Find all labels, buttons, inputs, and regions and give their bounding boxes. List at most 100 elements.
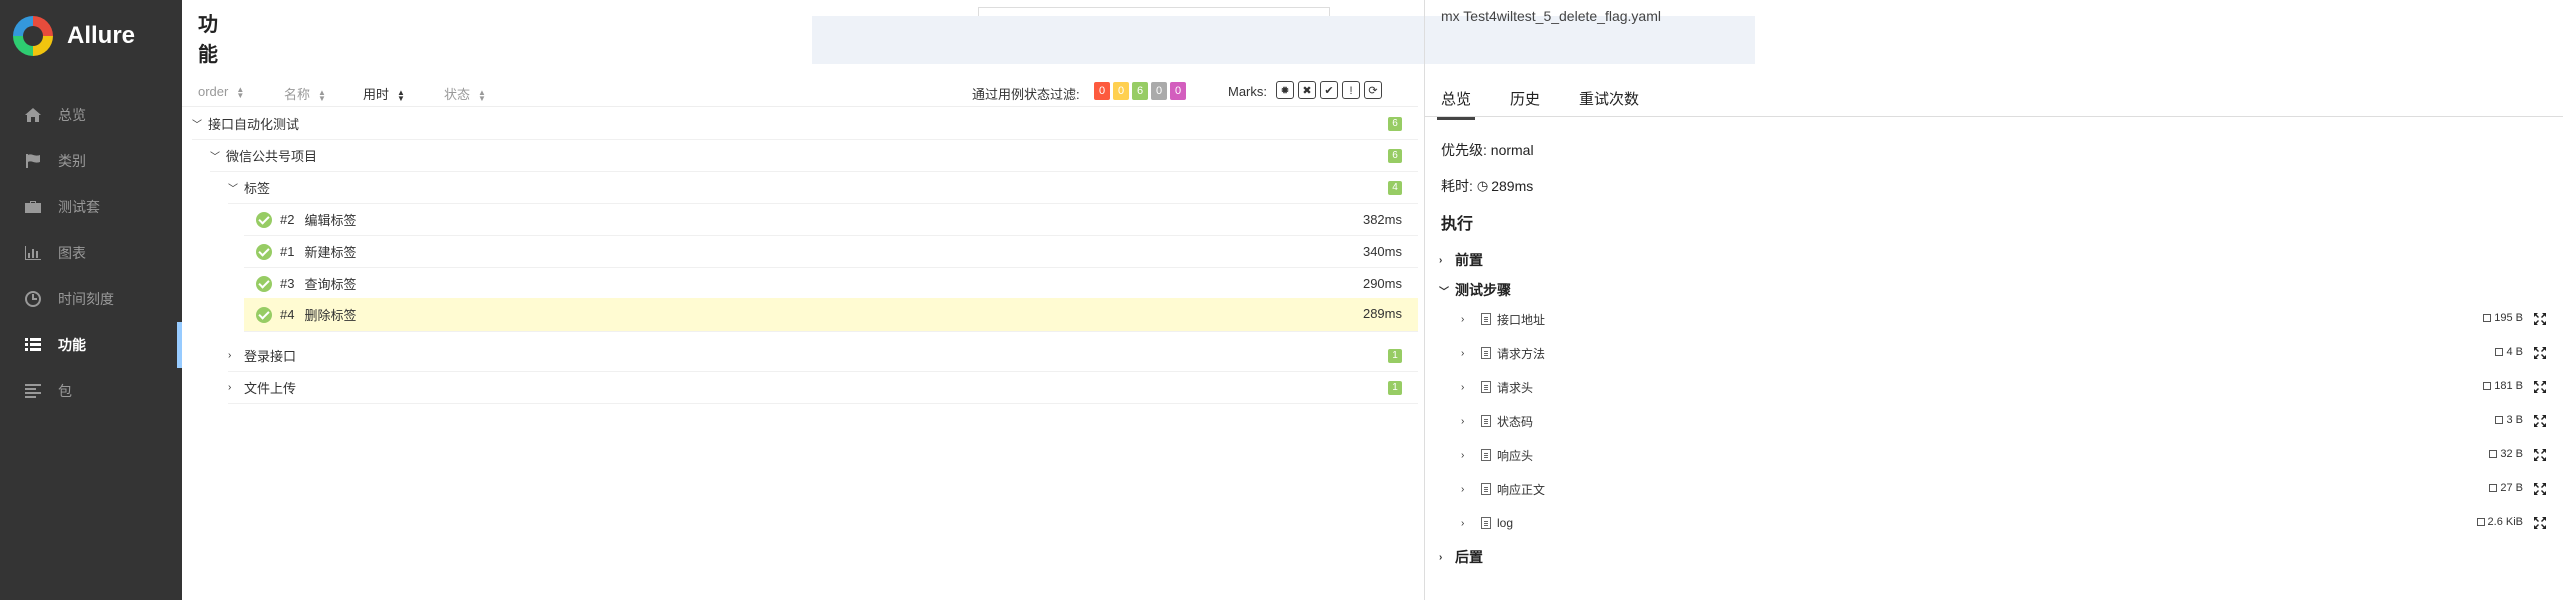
sidebar-item-overview[interactable]: 总览 [0,92,182,138]
disk-icon [2489,450,2498,458]
step-row[interactable]: › 请求头 181 B [1461,372,2551,402]
sort-bar: order ▲ ▼ 名称 ▲ ▼ 用时 ▲ ▼ 状态 ▲ ▼ 通过用例状态过滤: 0 0 6 0… [182,76,1418,107]
step-row[interactable]: › 请求方法 4 B [1461,338,2551,368]
attachment-size: 32 B [2489,448,2523,460]
test-case-number: #3 [280,276,295,291]
passed-status-icon [256,275,272,292]
attachment-size: 195 B [2483,312,2523,324]
step-name: 状态码 [1497,414,1534,429]
passed-count-badge: 1 [1388,381,1402,395]
sort-order[interactable]: order ▲ ▼ [198,84,244,99]
expand-icon[interactable] [2533,312,2547,326]
step-row[interactable]: › 状态码 3 B [1461,406,2551,436]
expand-icon[interactable] [2533,346,2547,360]
test-case-row[interactable]: #2 编辑标签 382ms [244,204,1418,236]
sort-duration[interactable]: 用时 ▲ ▼ [363,84,405,103]
align-left-icon [22,381,44,401]
setup-section[interactable]: › 前置 [1439,250,1483,270]
file-icon [1481,313,1491,325]
passed-status-icon [256,243,272,260]
disk-icon [2483,382,2492,390]
sidebar-item-behaviors[interactable]: 功能 [0,322,182,368]
status-filter-skipped[interactable]: 0 [1151,82,1167,100]
tree-node-root[interactable]: ﹀ 接口自动化测试 6 [192,108,1418,140]
sidebar-item-categories[interactable]: 类别 [0,138,182,184]
status-filter-passed[interactable]: 6 [1132,82,1148,100]
new-broken-mark-icon[interactable]: ! [1342,81,1360,99]
sidebar-item-label: 时间刻度 [58,291,114,307]
passed-status-icon [256,306,272,323]
marks-filter: ✹ ✖ ✔ ! ⟳ [1276,81,1386,99]
attachment-size: 27 B [2489,482,2523,494]
steps-section[interactable]: ﹀ 测试步骤 [1439,280,1511,300]
steps-label: 测试步骤 [1455,282,1511,298]
file-icon [1481,449,1491,461]
tree-node-login[interactable]: › 登录接口 1 [228,340,1418,372]
attachment-size: 4 B [2495,346,2523,358]
detail-tabs: 总览 历史 重试次数 [1425,76,2563,120]
duration-label: 耗时: [1441,178,1473,194]
step-name: log [1497,516,1514,530]
sort-status[interactable]: 状态 ▲ ▼ [444,84,486,103]
new-failed-mark-icon[interactable]: ✖ [1298,81,1316,99]
retries-mark-icon[interactable]: ⟳ [1364,81,1382,99]
teardown-label: 后置 [1455,549,1483,565]
allure-logo-icon [13,16,53,56]
step-name: 接口地址 [1497,312,1546,327]
sort-name[interactable]: 名称 ▲ ▼ [284,84,326,103]
tab-overview[interactable]: 总览 [1436,88,1476,120]
clock-icon: ◷ [1476,178,1489,193]
step-row[interactable]: › 接口地址 195 B [1461,304,2551,334]
flaky-mark-icon[interactable]: ✹ [1276,81,1294,99]
chevron-right-icon: › [1461,347,1465,359]
sidebar-item-label: 类别 [58,153,86,169]
disk-icon [2476,518,2485,526]
expand-icon[interactable] [2533,516,2547,530]
marks-label: Marks: [1228,84,1267,99]
test-case-name: 新建标签 [304,245,357,260]
test-case-name: 查询标签 [304,277,357,292]
execution-title: 执行 [1441,216,1474,233]
tab-retries[interactable]: 重试次数 [1579,88,1639,109]
test-case-duration: 290ms [1362,276,1402,291]
status-filter-failed[interactable]: 0 [1094,82,1110,100]
new-passed-mark-icon[interactable]: ✔ [1320,81,1338,99]
tree-node-upload[interactable]: › 文件上传 1 [228,372,1418,404]
step-row[interactable]: › log 2.6 KiB [1461,508,2551,538]
disk-icon [2495,416,2504,424]
test-case-row-selected[interactable]: #4 删除标签 289ms [244,298,1418,332]
test-case-name: 编辑标签 [304,213,357,228]
tree-node-label: 登录接口 [244,349,297,364]
expand-icon[interactable] [2533,380,2547,394]
chevron-right-icon: › [1461,483,1465,495]
priority-text: 优先级: normal [1441,142,1534,158]
step-name: 响应头 [1497,448,1534,463]
sidebar-item-packages[interactable]: 包 [0,368,182,414]
tree-node-group[interactable]: ﹀ 标签 4 [228,172,1418,204]
test-case-number: #2 [280,212,295,227]
sidebar-item-timeline[interactable]: 时间刻度 [0,276,182,322]
expand-icon[interactable] [2533,414,2547,428]
step-name: 请求方法 [1497,346,1546,361]
teardown-section[interactable]: › 后置 [1439,547,1483,567]
expand-icon[interactable] [2533,482,2547,496]
briefcase-icon [22,197,44,217]
test-case-row[interactable]: #1 新建标签 340ms [244,236,1418,268]
chevron-right-icon: › [1461,517,1465,529]
status-filter-unknown[interactable]: 0 [1170,82,1186,100]
sidebar-item-graphs[interactable]: 图表 [0,230,182,276]
tab-history[interactable]: 历史 [1510,88,1540,109]
status-filter-broken[interactable]: 0 [1113,82,1129,100]
test-case-row[interactable]: #3 查询标签 290ms [244,268,1418,300]
step-row[interactable]: › 响应头 32 B [1461,440,2551,470]
tree-node-label: 微信公共号项目 [226,149,318,164]
expand-icon[interactable] [2533,448,2547,462]
test-detail-pane: mx Test4wiltest_5_delete_flag.yaml 总览 历史… [1424,0,2563,600]
tree-node-project[interactable]: ﹀ 微信公共号项目 6 [210,140,1418,172]
chevron-right-icon: › [1461,381,1465,393]
step-row[interactable]: › 响应正文 27 B [1461,474,2551,504]
allure-logo[interactable]: Allure [13,16,135,56]
chevron-down-icon: ﹀ [210,152,220,163]
test-case-name: 删除标签 [304,308,357,323]
sidebar-item-suites[interactable]: 测试套 [0,184,182,230]
